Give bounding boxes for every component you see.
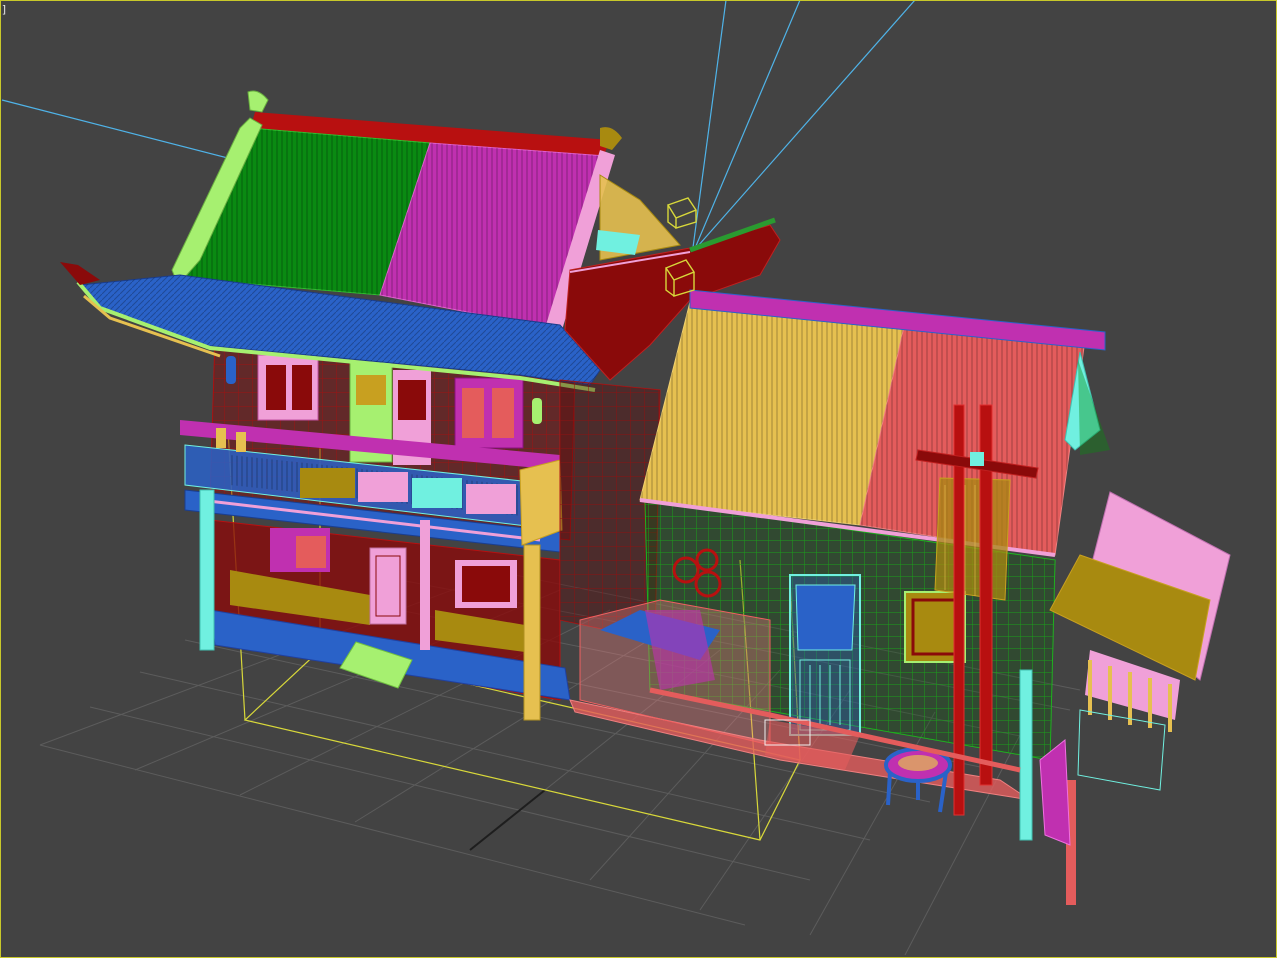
awning[interactable] <box>1049 491 1231 791</box>
right-post-1 <box>1019 669 1033 841</box>
roof-finial-left <box>247 90 269 113</box>
left-column-3 <box>420 520 430 650</box>
hanging-cloth <box>934 477 1011 601</box>
balcony-side-rail <box>519 459 563 546</box>
grid-axis <box>469 789 546 851</box>
balcony-panel-1 <box>300 468 355 498</box>
lantern-1 <box>226 356 236 384</box>
lantern-4 <box>236 432 246 452</box>
lower-door <box>369 547 407 625</box>
viewport-label[interactable]: ] <box>1 4 8 16</box>
right-building[interactable] <box>569 289 1231 905</box>
balcony-panel-2 <box>358 472 408 502</box>
balcony-panel-3 <box>412 478 462 508</box>
lantern-2 <box>532 398 542 424</box>
wireframe-scene[interactable] <box>0 0 1277 958</box>
viewport-perspective[interactable]: ] <box>0 0 1277 958</box>
lantern-3 <box>216 428 226 448</box>
front-door[interactable] <box>789 574 861 736</box>
left-building-roof[interactable] <box>60 90 622 392</box>
left-column-1 <box>199 489 215 651</box>
balcony-panel-4 <box>466 484 516 514</box>
roof-left-tip <box>60 262 100 285</box>
roof-finial-right <box>600 127 622 150</box>
left-column-2 <box>523 544 541 721</box>
